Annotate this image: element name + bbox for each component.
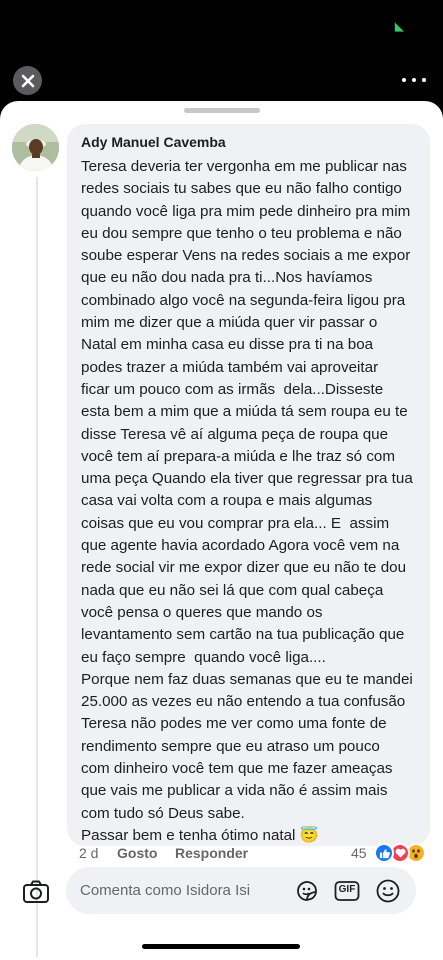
comment-text-line: esta bem a mim que a miúda tá sem roupa …	[81, 403, 408, 421]
reaction-count[interactable]: 45	[351, 845, 367, 861]
sticker-icon	[297, 881, 317, 901]
camera-icon	[23, 880, 49, 903]
comment-text-line: eu faço sempre quando você liga....	[81, 648, 326, 666]
comment-input[interactable]: Comenta como Isidora Isi GIF	[66, 867, 416, 914]
comment-input-placeholder: Comenta como Isidora Isi	[80, 882, 251, 899]
comment-text-line: Natal em minha casa eu disse pra ti na b…	[81, 336, 374, 354]
comment-text-line: eu dou sempre que tenho o teu problema e…	[81, 224, 402, 242]
home-indicator[interactable]	[142, 944, 300, 949]
comment-text: Teresa deveria ter vergonha em me public…	[81, 156, 418, 847]
comment-text-line: nada que eu não sei lá que com qual cabe…	[81, 581, 384, 599]
comment-bubble[interactable]: Ady Manuel Cavemba Teresa deveria ter ve…	[67, 124, 430, 846]
avatar[interactable]	[12, 124, 59, 171]
comment-text-line: você pensa o queres que mando os	[81, 603, 323, 621]
comment-text-line: com dinheiro você tem que me fazer ameaç…	[81, 760, 393, 778]
more-options-button[interactable]	[402, 70, 426, 90]
comment-text-line: que vais me publicar a vida não é assim …	[81, 782, 388, 800]
comment-text-line: ficar um pouco com as irmãs dela...Disse…	[81, 380, 384, 398]
gif-button[interactable]: GIF	[334, 878, 360, 904]
like-reaction-icon	[374, 843, 394, 863]
comment-text-line: levantamento sem cartão na tua publicaçã…	[81, 626, 405, 644]
reactions-summary[interactable]	[374, 843, 430, 863]
comment-actions: 2 d Gosto Responder 45	[79, 843, 437, 865]
emoji-icon	[376, 879, 400, 903]
top-bar: ◣	[0, 0, 443, 104]
comment-text-line: 25.000 as vezes eu não entendo a tua con…	[81, 693, 406, 711]
comment-time: 2 d	[79, 845, 99, 861]
sticker-button[interactable]	[294, 878, 320, 904]
comment-author[interactable]: Ady Manuel Cavemba	[81, 134, 418, 151]
comment-text-line: coisas que eu vou comprar pra ela... E a…	[81, 514, 390, 532]
comment-text-line: que agente havia acordado Agora você vem…	[81, 537, 400, 555]
avatar-image	[12, 124, 59, 171]
status-indicator-icon: ◣	[395, 21, 404, 33]
comment-text-line: podes trazer a miúda também vai aproveit…	[81, 358, 379, 376]
like-button[interactable]: Gosto	[117, 845, 157, 861]
comment-text-line: rede social vir me expor dizer que eu nã…	[81, 559, 407, 577]
comment-text-line: você tem aí prepara-a miúda e lhe traz s…	[81, 447, 396, 465]
more-horizontal-icon	[402, 78, 406, 82]
comment-text-line: soube esperar Vens na redes sociais a me…	[81, 247, 411, 265]
comment-composer: Comenta como Isidora Isi GIF	[0, 867, 443, 917]
comment-text-line: Teresa deveria ter vergonha em me public…	[81, 158, 407, 175]
comment-text-line: casa vai volta com a roupa e mais alguma…	[81, 492, 373, 510]
comment-text-line: mim me dizer que a miúda quer vir passar…	[81, 314, 378, 332]
reply-button[interactable]: Responder	[175, 845, 248, 861]
sheet-grabber[interactable]	[184, 108, 260, 113]
camera-button[interactable]	[22, 879, 50, 905]
comment-sheet: Ady Manuel Cavemba Teresa deveria ter ve…	[0, 101, 443, 960]
comment-text-line: uma peça Quando ela tiver que regressar …	[81, 470, 413, 488]
thread-line	[36, 177, 38, 957]
comment-text-line: rendimento sempre que eu atraso um pouco	[81, 737, 380, 755]
comment-text-line: que eu não dou nada pra ti...Nos havíamo…	[81, 269, 373, 287]
comment-text-line: com tudo só Deus sabe.	[81, 804, 245, 822]
comment-text-line: combinado algo você na segunda-feira lig…	[81, 291, 406, 309]
close-icon	[21, 74, 34, 87]
emoji-button[interactable]	[375, 878, 401, 904]
comment-text-line: Teresa não podes me ver como uma fonte d…	[81, 715, 387, 733]
comment-text-line: Porque nem faz duas semanas que eu te ma…	[81, 670, 413, 688]
comment-text-line: quando você liga pra mim pede dinheiro p…	[81, 202, 411, 220]
comment-text-line: disse Teresa vê aí alguma peça de roupa …	[81, 425, 389, 443]
gif-label: GIF	[338, 884, 356, 895]
comment-text-line: redes sociais tu sabes que eu não falho …	[81, 180, 402, 198]
close-button[interactable]	[13, 66, 42, 95]
